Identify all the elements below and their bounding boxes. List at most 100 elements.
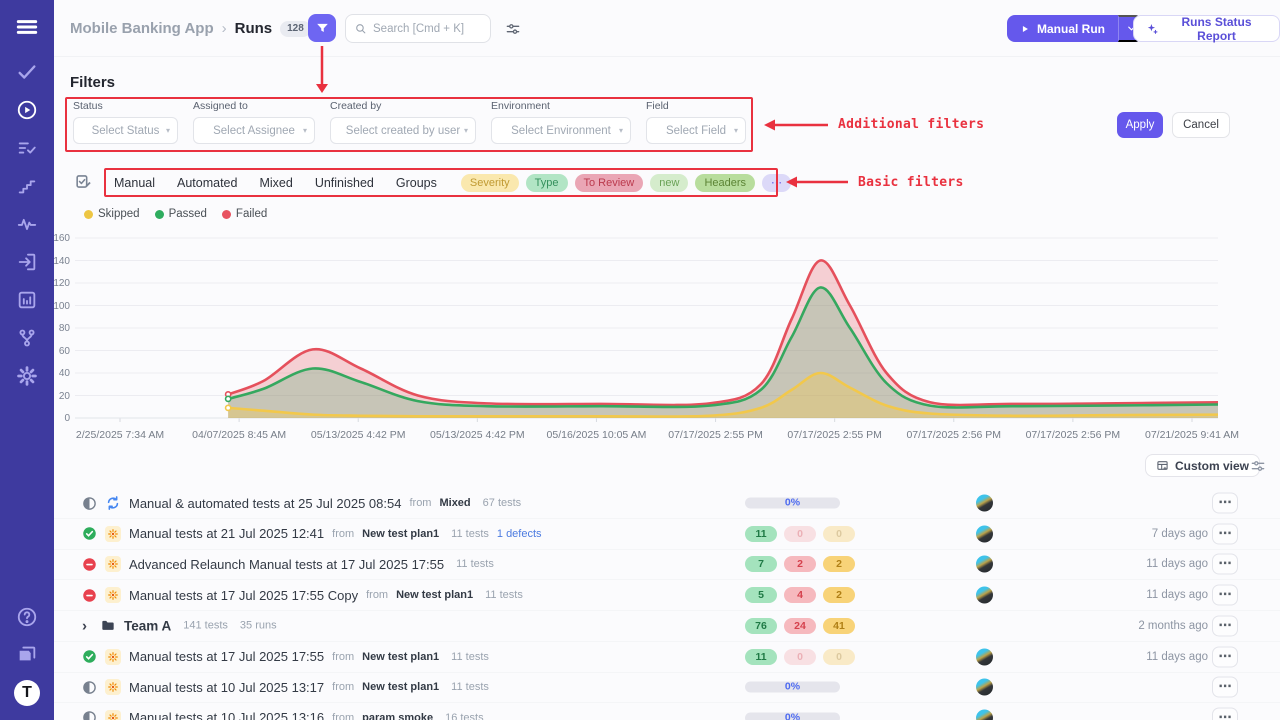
cancel-button[interactable]: Cancel bbox=[1172, 112, 1230, 138]
filter-select-field[interactable]: Select Field▾ bbox=[646, 117, 746, 144]
run-row[interactable]: Manual tests at 10 Jul 2025 13:17fromNew… bbox=[54, 672, 1280, 703]
tag-new[interactable]: new bbox=[650, 174, 688, 192]
avatar[interactable] bbox=[976, 556, 993, 573]
search-input[interactable] bbox=[373, 23, 482, 35]
view-settings-icon[interactable] bbox=[1250, 458, 1266, 474]
run-row[interactable]: Manual tests at 17 Jul 2025 17:55 Copy fr… bbox=[54, 580, 1280, 611]
run-type-tabs: Manual Automated Mixed Unfinished Groups bbox=[114, 176, 437, 190]
filter-select-assigned-to[interactable]: Select Assignee▾ bbox=[193, 117, 315, 144]
group-title[interactable]: Team A bbox=[124, 618, 171, 633]
run-title[interactable]: Manual tests at 10 Jul 2025 13:16 bbox=[129, 710, 324, 720]
list-check-icon[interactable] bbox=[16, 137, 38, 159]
bar-chart-icon[interactable] bbox=[16, 289, 38, 311]
avatar[interactable] bbox=[976, 679, 993, 696]
apply-button[interactable]: Apply bbox=[1117, 112, 1163, 138]
row-menu-button[interactable]: ⋯ bbox=[1212, 554, 1238, 575]
plan-name[interactable]: New test plan1 bbox=[396, 589, 473, 601]
filter-select-status[interactable]: Select Status▾ bbox=[73, 117, 178, 144]
tab-groups[interactable]: Groups bbox=[396, 176, 437, 190]
play-icon bbox=[1020, 24, 1030, 34]
row-menu-button[interactable]: ⋯ bbox=[1212, 646, 1238, 667]
sidebar-bottom: T bbox=[0, 606, 54, 706]
filter-toggle-button[interactable] bbox=[308, 14, 336, 42]
folder-icon bbox=[100, 618, 116, 634]
run-timestamp: 2 months ago bbox=[1138, 620, 1208, 632]
tests-count: 67 tests bbox=[483, 497, 522, 509]
row-menu-button[interactable]: ⋯ bbox=[1212, 523, 1238, 544]
avatar[interactable] bbox=[976, 709, 993, 720]
run-title[interactable]: Manual tests at 17 Jul 2025 17:55 bbox=[129, 649, 324, 664]
search-settings-icon[interactable] bbox=[505, 21, 521, 37]
manual-run-button[interactable]: Manual Run bbox=[1007, 15, 1118, 42]
group-row[interactable]: ›Team A141 tests35 runs7624412 months ag… bbox=[54, 611, 1280, 642]
avatar[interactable] bbox=[976, 648, 993, 665]
menu-icon[interactable] bbox=[14, 14, 40, 40]
tab-mixed[interactable]: Mixed bbox=[259, 176, 292, 190]
pulse-icon[interactable] bbox=[16, 213, 38, 235]
run-row[interactable]: Advanced Relaunch Manual tests at 17 Jul… bbox=[54, 549, 1280, 580]
filter-select-created-by[interactable]: Select created by user▾ bbox=[330, 117, 476, 144]
run-title[interactable]: Manual tests at 10 Jul 2025 13:17 bbox=[129, 680, 324, 695]
row-menu-button[interactable]: ⋯ bbox=[1212, 585, 1238, 606]
legend-failed[interactable]: Failed bbox=[222, 208, 267, 220]
custom-view-button[interactable]: Custom view bbox=[1145, 454, 1260, 477]
passed-count-badge: 11 bbox=[745, 526, 777, 542]
search-icon bbox=[354, 22, 367, 35]
tag-to-review[interactable]: To Review bbox=[575, 174, 644, 192]
plan-name[interactable]: New test plan1 bbox=[362, 528, 439, 540]
tag-headers[interactable]: Headers bbox=[695, 174, 755, 192]
row-menu-button[interactable]: ⋯ bbox=[1212, 677, 1238, 698]
legend-skipped[interactable]: Skipped bbox=[84, 208, 140, 220]
import-icon[interactable] bbox=[16, 251, 38, 273]
passed-count-badge: 7 bbox=[745, 556, 777, 572]
avatar[interactable] bbox=[976, 495, 993, 512]
defects-link[interactable]: 1 defects bbox=[497, 528, 542, 540]
legend-passed[interactable]: Passed bbox=[155, 208, 207, 220]
play-circle-icon[interactable] bbox=[16, 99, 38, 121]
gear-icon[interactable] bbox=[16, 365, 38, 387]
plan-name[interactable]: New test plan1 bbox=[362, 651, 439, 663]
tag-⋯[interactable]: ⋯ bbox=[762, 174, 791, 192]
app-logo[interactable]: T bbox=[14, 680, 40, 706]
check-icon[interactable] bbox=[16, 61, 38, 83]
run-title[interactable]: Advanced Relaunch Manual tests at 17 Jul… bbox=[129, 557, 444, 572]
from-label: from bbox=[366, 589, 388, 601]
x-tick: 05/13/2025 4:42 PM bbox=[293, 429, 423, 441]
row-menu-button[interactable]: ⋯ bbox=[1212, 707, 1238, 720]
breadcrumb-project[interactable]: Mobile Banking App bbox=[70, 20, 214, 37]
plan-name[interactable]: New test plan1 bbox=[362, 681, 439, 693]
annotation-additional-filters: Additional filters bbox=[838, 117, 984, 132]
run-title[interactable]: Manual tests at 17 Jul 2025 17:55 Copy bbox=[129, 588, 358, 603]
avatar[interactable] bbox=[976, 525, 993, 542]
burst-icon bbox=[105, 556, 121, 572]
docs-icon[interactable] bbox=[16, 643, 38, 665]
avatar[interactable] bbox=[976, 587, 993, 604]
tag-type[interactable]: Type bbox=[526, 174, 568, 192]
help-icon[interactable] bbox=[16, 606, 38, 628]
run-row[interactable]: Manual tests at 10 Jul 2025 13:16frompar… bbox=[54, 703, 1280, 720]
runs-status-report-button[interactable]: Runs Status Report bbox=[1133, 15, 1280, 42]
run-title[interactable]: Manual & automated tests at 25 Jul 2025 … bbox=[129, 496, 401, 511]
tab-unfinished[interactable]: Unfinished bbox=[315, 176, 374, 190]
run-title[interactable]: Manual tests at 21 Jul 2025 12:41 bbox=[129, 526, 324, 541]
chart-legend: Skipped Passed Failed bbox=[84, 208, 267, 220]
filter-select-environment[interactable]: Select Environment▾ bbox=[491, 117, 631, 144]
branch-icon[interactable] bbox=[16, 327, 38, 349]
run-row[interactable]: Manual tests at 17 Jul 2025 17:55fromNew… bbox=[54, 642, 1280, 673]
row-menu-button[interactable]: ⋯ bbox=[1212, 493, 1238, 514]
filter-label-created-by: Created by bbox=[330, 100, 476, 112]
plan-name[interactable]: param smoke bbox=[362, 712, 433, 720]
legend-dot bbox=[222, 210, 231, 219]
tab-automated[interactable]: Automated bbox=[177, 176, 237, 190]
expand-chevron-icon[interactable]: › bbox=[82, 617, 92, 634]
x-tick: 2/25/2025 7:34 AM bbox=[55, 429, 185, 441]
row-menu-button[interactable]: ⋯ bbox=[1212, 615, 1238, 636]
run-row[interactable]: Manual & automated tests at 25 Jul 2025 … bbox=[54, 488, 1280, 519]
bulk-edit-icon[interactable] bbox=[74, 172, 93, 191]
steps-icon[interactable] bbox=[16, 175, 38, 197]
tag-severity[interactable]: Severity bbox=[461, 174, 519, 192]
plan-name[interactable]: Mixed bbox=[439, 497, 470, 509]
filter-fields: StatusSelect Status▾Assigned toSelect As… bbox=[73, 100, 746, 144]
tab-manual[interactable]: Manual bbox=[114, 176, 155, 190]
run-row[interactable]: Manual tests at 21 Jul 2025 12:41fromNew… bbox=[54, 519, 1280, 550]
